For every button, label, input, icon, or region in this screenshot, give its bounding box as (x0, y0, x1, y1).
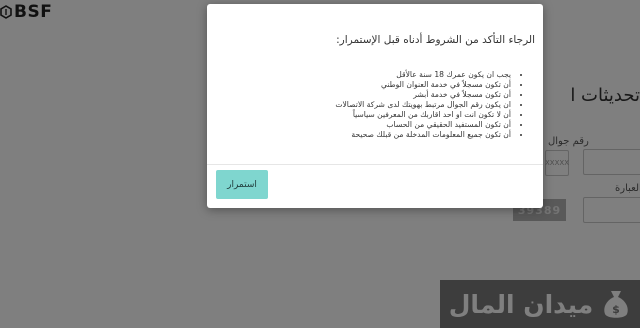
rules-list: يجب ان يكون عمرك 18 سنة عالأقل أن تكون م… (335, 70, 525, 140)
modal-title: الرجاء التأكد من الشروط أدناه قبل الإستم… (336, 34, 535, 46)
rule-item: ان يكون رقم الجوال مرتبط بهويتك لدى شركة… (335, 100, 511, 110)
rule-item: أن لا تكون انت او احد اقاربك من المعرفين… (335, 110, 511, 120)
rule-item: أن تكون مسجلاً في خدمة أبشر (335, 90, 511, 100)
rule-item: أن تكون جميع المعلومات المدخلة من قبلك ص… (335, 130, 511, 140)
rule-item: أن تكون مسجلاً في خدمة العنوان الوطني (335, 80, 511, 90)
continue-button[interactable]: استمرار (216, 170, 268, 199)
modal-divider (207, 164, 543, 165)
rule-item: يجب ان يكون عمرك 18 سنة عالأقل (335, 70, 511, 80)
rule-item: أن تكون المستفيد الحقيقي من الحساب (335, 120, 511, 130)
terms-modal: الرجاء التأكد من الشروط أدناه قبل الإستم… (207, 4, 543, 208)
